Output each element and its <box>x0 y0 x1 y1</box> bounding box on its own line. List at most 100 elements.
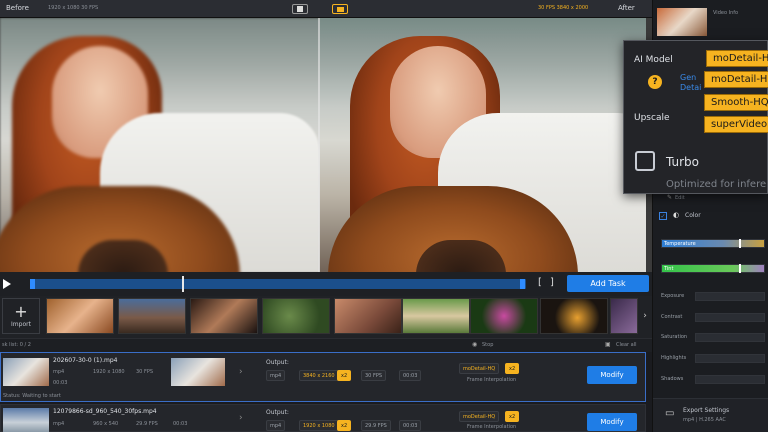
task-format: mp4 <box>53 369 65 375</box>
tint-track[interactable]: Tint <box>661 263 765 273</box>
task-format: mp4 <box>53 421 65 427</box>
split-view-toggle[interactable] <box>292 4 308 14</box>
model-option[interactable]: superVideo <box>704 116 768 133</box>
turbo-label: Turbo <box>666 155 700 169</box>
task-fps: 29.9 FPS <box>136 421 158 427</box>
media-thumb[interactable] <box>118 298 186 334</box>
model-option[interactable]: moDetail-HQ <box>706 50 768 67</box>
timeline-track[interactable] <box>30 276 526 292</box>
color-checkbox[interactable]: ✓ <box>659 212 667 220</box>
mark-in-button[interactable]: [ <box>538 277 542 288</box>
media-thumb[interactable] <box>262 298 330 334</box>
highlights-track[interactable] <box>695 353 765 363</box>
upscale-label: Upscale <box>634 113 670 123</box>
saturation-slider[interactable]: Saturation <box>661 331 765 343</box>
output-res-chip: 1920 x 1080 <box>299 420 339 431</box>
highlights-slider[interactable]: Highlights <box>661 352 765 364</box>
output-duration-chip: 00:03 <box>399 370 422 381</box>
chevron-right-icon[interactable]: › <box>640 308 650 324</box>
edit-label[interactable]: Edit <box>675 195 685 201</box>
help-icon[interactable]: ? <box>648 75 662 89</box>
turbo-sub: Optimized for infere <box>666 179 767 190</box>
task-row[interactable]: 202607-30-0 (1).mp4 mp4 1920 x 1080 30 F… <box>0 352 646 402</box>
import-label: Import <box>11 320 31 328</box>
media-thumb[interactable] <box>402 298 470 334</box>
ai-model-popup: AI Model ? Gen Detai Upscale moDetail-HQ… <box>623 40 768 194</box>
after-label: After <box>618 4 635 12</box>
gen-label[interactable]: Gen <box>680 73 696 82</box>
task-duration: 00:03 <box>53 380 68 386</box>
task-count: sk list: 0 / 2 <box>2 342 31 348</box>
side-by-side-toggle[interactable] <box>332 4 348 14</box>
clear-all-button[interactable]: Clear all <box>616 342 637 348</box>
contrast-slider[interactable]: Contrast <box>661 311 765 323</box>
after-info: 30 FPS 3840 x 2000 <box>538 5 589 11</box>
temperature-track[interactable]: Temperature <box>661 238 765 248</box>
exposure-slider[interactable]: Exposure <box>661 290 765 302</box>
model-option[interactable]: Smooth-HQ <box>704 94 768 111</box>
tint-slider[interactable]: Tint <box>661 262 765 274</box>
video-preview[interactable] <box>0 18 652 272</box>
media-thumb[interactable] <box>470 298 538 334</box>
media-thumb[interactable] <box>540 298 608 334</box>
shadows-track[interactable] <box>695 374 765 384</box>
temperature-slider[interactable]: Temperature <box>661 237 765 249</box>
detail-label[interactable]: Detai <box>680 83 701 92</box>
output-duration-chip: 00:03 <box>399 420 422 431</box>
monitor-icon: ▭ <box>665 408 675 419</box>
task-row[interactable]: 12079866-sd_960_540_30fps.mp4 mp4 960 x … <box>0 404 646 432</box>
stop-icon: ◉ <box>472 341 478 348</box>
task-thumb <box>3 358 49 386</box>
media-thumb[interactable] <box>190 298 258 334</box>
trim-end-handle[interactable] <box>520 279 525 289</box>
media-thumb[interactable] <box>610 298 638 334</box>
output-format-chip: mp4 <box>266 420 286 431</box>
task-model: moDetail-HQ <box>459 363 500 374</box>
task-thumb <box>3 408 49 432</box>
after-frame <box>320 18 646 272</box>
task-filename: 202607-30-0 (1).mp4 <box>53 357 118 364</box>
saturation-track[interactable] <box>695 332 765 342</box>
video-thumb <box>657 8 707 36</box>
contrast-track[interactable] <box>695 312 765 322</box>
task-model-sub: Frame Interpolation <box>467 424 517 430</box>
task-status: Status: Waiting to start <box>3 393 61 399</box>
task-filename: 12079866-sd_960_540_30fps.mp4 <box>53 408 157 415</box>
media-thumb[interactable] <box>46 298 114 334</box>
plus-icon: + <box>14 301 28 321</box>
export-settings[interactable]: ▭ Export Settings mp4 | H.265 AAC <box>653 398 768 432</box>
modify-button[interactable]: Modify <box>587 366 637 384</box>
media-thumb[interactable] <box>334 298 402 334</box>
mark-out-button[interactable]: ] <box>550 277 554 288</box>
shadows-slider[interactable]: Shadows <box>661 373 765 385</box>
trash-icon: ▣ <box>605 341 611 348</box>
task-resolution: 960 x 540 <box>93 421 119 427</box>
model-scale-badge: x2 <box>505 363 520 374</box>
turbo-checkbox[interactable] <box>635 151 655 171</box>
stop-button[interactable]: Stop <box>482 342 493 348</box>
output-fps-chip: 29.9 FPS <box>361 420 391 431</box>
task-model-sub: Frame Interpolation <box>467 377 517 383</box>
trim-start-handle[interactable] <box>30 279 35 289</box>
modify-button[interactable]: Modify <box>587 413 637 431</box>
output-scale-badge: x2 <box>337 370 352 381</box>
task-model: moDetail-HQ <box>459 411 500 422</box>
exposure-track[interactable] <box>695 291 765 301</box>
playhead[interactable] <box>182 276 184 292</box>
output-format-chip: mp4 <box>266 370 286 381</box>
slider-thumb[interactable] <box>738 238 741 248</box>
model-option[interactable]: moDetail-HQ <box>704 71 768 88</box>
slider-thumb[interactable] <box>738 263 741 273</box>
export-title: Export Settings <box>683 407 730 414</box>
import-button[interactable]: + Import <box>2 298 40 334</box>
task-fps: 30 FPS <box>136 369 154 375</box>
add-task-button[interactable]: Add Task <box>567 275 649 292</box>
task-output-thumb <box>171 358 225 386</box>
output-fps-chip: 30 FPS <box>361 370 387 381</box>
compare-divider[interactable] <box>318 18 320 272</box>
edit-icon: ✎ <box>667 194 673 201</box>
output-label: Output: <box>266 359 289 366</box>
arrow-right-icon: › <box>239 367 243 377</box>
play-icon[interactable] <box>2 278 12 290</box>
preview-header: Before 1920 x 1080 30 FPS 30 FPS 3840 x … <box>0 0 652 18</box>
